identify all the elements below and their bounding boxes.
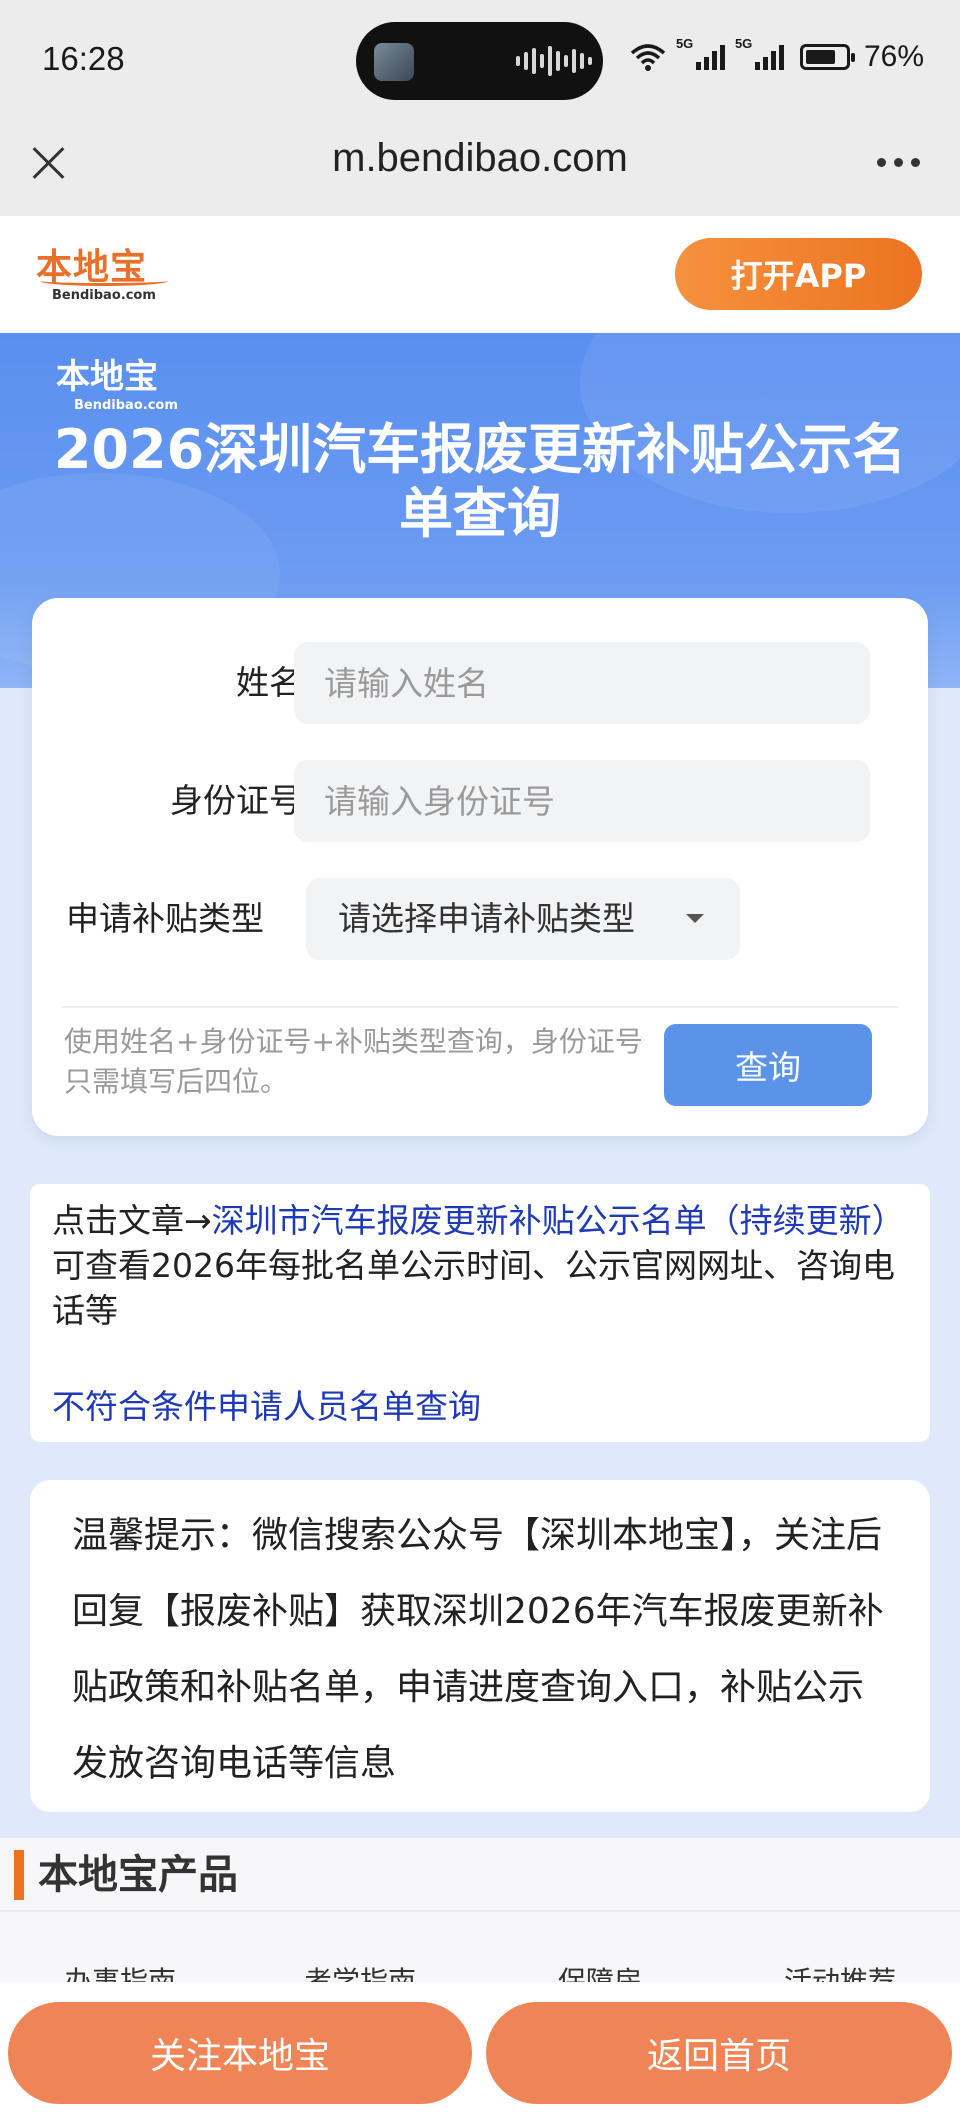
battery-icon [799, 44, 855, 70]
subsidy-type-select[interactable]: 请选择申请补贴类型 [306, 878, 740, 960]
status-time: 16:28 [42, 40, 125, 77]
follow-button[interactable]: 关注本地宝 [8, 2002, 472, 2104]
signal-label: 5G [675, 36, 694, 51]
info-suffix: 可查看2026年每批名单公示时间、公示官网网址、咨询电话等 [52, 1246, 895, 1330]
browser-toolbar: m.bendibao.com [0, 118, 960, 216]
tip-text: 温馨提示：微信搜索公众号【深圳本地宝】，关注后回复【报废补贴】获取深圳2026年… [72, 1515, 884, 1784]
hero-logo-text: 本地宝 [56, 357, 158, 397]
open-app-button[interactable]: 打开APP [675, 238, 922, 310]
hero-logo: 本地宝 Bendibao.com [56, 349, 178, 413]
dynamic-island[interactable] [356, 22, 603, 100]
battery-fill [805, 50, 835, 64]
name-input[interactable] [294, 642, 870, 724]
logo-swoosh [40, 276, 168, 286]
id-row: 身份证号 [32, 760, 928, 842]
bendibao-logo[interactable]: 本地宝 Bendibao.com [36, 238, 176, 312]
id-label: 身份证号 [170, 781, 302, 820]
name-label: 姓名 [236, 663, 302, 702]
section-divider [0, 1910, 960, 1912]
signal-label-2: 5G [734, 36, 753, 51]
media-thumbnail [374, 43, 414, 81]
name-row: 姓名 [32, 642, 928, 724]
info-card: 点击文章→深圳市汽车报废更新补贴公示名单（持续更新） 可查看2026年每批名单公示… [30, 1184, 930, 1442]
site-header: 本地宝 Bendibao.com 打开APP [0, 216, 960, 333]
ineligible-list-link[interactable]: 不符合条件申请人员名单查询 [52, 1380, 481, 1428]
audio-wave-icon [516, 46, 592, 76]
home-button[interactable]: 返回首页 [486, 2002, 952, 2104]
bottom-action-bar: 关注本地宝 返回首页 [0, 1982, 960, 2122]
subsidy-type-value: 请选择申请补贴类型 [338, 899, 635, 938]
type-label: 申请补贴类型 [66, 899, 264, 938]
info-text: 点击文章→深圳市汽车报废更新补贴公示名单（持续更新） 可查看2026年每批名单公示… [52, 1198, 908, 1333]
type-row: 申请补贴类型 请选择申请补贴类型 [32, 878, 928, 960]
chevron-down-icon [686, 914, 704, 923]
tip-card: 温馨提示：微信搜索公众号【深圳本地宝】，关注后回复【报废补贴】获取深圳2026年… [30, 1480, 930, 1812]
article-link[interactable]: 深圳市汽车报废更新补贴公示名单（持续更新） [212, 1201, 905, 1240]
battery-percent: 76% [863, 40, 924, 73]
signal-icon: 5G [676, 36, 725, 70]
more-dots-icon[interactable] [877, 158, 920, 167]
signal-icon-2: 5G [735, 36, 784, 70]
hero-logo-domain: Bendibao.com [74, 398, 178, 413]
query-form: 姓名 身份证号 申请补贴类型 请选择申请补贴类型 使用姓名+身份证号+补贴类型查… [32, 598, 928, 1136]
url-display[interactable]: m.bendibao.com [0, 136, 960, 181]
form-hint: 使用姓名+身份证号+补贴类型查询，身份证号只需填写后四位。 [64, 1025, 643, 1098]
section-title: 本地宝产品 [14, 1850, 238, 1900]
status-icons: 5G 5G 76% [630, 36, 924, 74]
query-button[interactable]: 查询 [664, 1024, 872, 1106]
wifi-icon [630, 44, 666, 71]
logo-domain: Bendibao.com [52, 288, 156, 303]
page-title: 2026深圳汽车报废更新补贴公示名单查询 [53, 418, 907, 545]
info-prefix: 点击文章→ [52, 1201, 212, 1240]
id-number-input[interactable] [294, 760, 870, 842]
status-bar: 16:28 5G 5G 76% [0, 0, 960, 118]
form-divider [62, 1006, 898, 1008]
